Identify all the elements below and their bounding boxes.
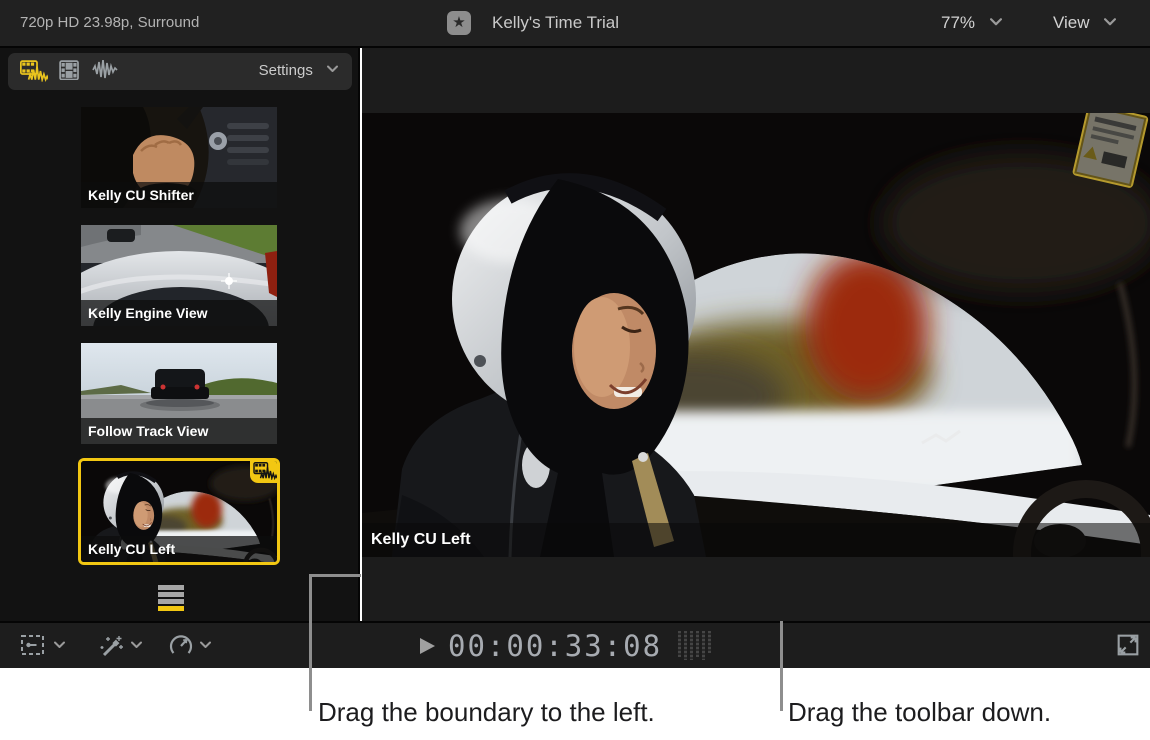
audio-only-mode-button[interactable]	[92, 60, 120, 82]
view-label: View	[1053, 13, 1090, 32]
callout-text-boundary: Drag the boundary to the left.	[318, 697, 655, 728]
project-format-info: 720p HD 23.98p, Surround	[20, 14, 199, 31]
meter-bar	[702, 631, 705, 660]
view-dropdown[interactable]: View	[1053, 13, 1116, 33]
angle-bank-selector[interactable]	[158, 585, 184, 613]
retime-speedometer-icon	[168, 633, 194, 659]
enhancements-wand-icon	[98, 633, 124, 659]
viewer-toolbar: 00:00:33:08	[0, 621, 1150, 668]
zoom-level-value: 77%	[941, 13, 975, 32]
viewer-video-frame	[362, 113, 1150, 557]
video-audio-mode-button[interactable]	[20, 60, 48, 82]
audio-only-mode-icon	[92, 60, 120, 80]
callout-line-toolbar	[780, 621, 783, 711]
angle-thumbnail-kelly-engine-view[interactable]: Kelly Engine View	[81, 225, 277, 326]
angle-thumbnail-kelly-cu-shifter[interactable]: Kelly CU Shifter	[81, 107, 277, 208]
meter-bar	[678, 631, 681, 657]
viewer-top-bar: 720p HD 23.98p, Surround ★ Kelly's Time …	[0, 0, 1150, 48]
angle-thumbnail-follow-track-view[interactable]: Follow Track View	[81, 343, 277, 444]
angle-label: Kelly CU Shifter	[81, 182, 277, 208]
video-audio-mode-icon	[20, 60, 48, 82]
chevron-down-icon[interactable]	[54, 641, 65, 649]
chevron-down-icon	[990, 18, 1002, 26]
fullscreen-expand-icon	[1114, 631, 1142, 659]
callout-line-boundary-horizontal	[309, 574, 361, 577]
audio-meters-icon[interactable]	[678, 631, 714, 660]
video-only-mode-button[interactable]	[56, 60, 84, 82]
video-audio-switch-icon	[250, 461, 277, 483]
chevron-down-icon[interactable]	[200, 641, 211, 649]
callout-line-boundary-vertical	[309, 574, 312, 711]
angle-label: Kelly CU Left	[81, 536, 277, 562]
video-only-mode-icon	[56, 60, 82, 80]
settings-label: Settings	[259, 62, 313, 79]
viewer-overlay-button[interactable]	[20, 633, 46, 662]
main-viewer: Kelly CU Left	[362, 48, 1150, 621]
bank-bar-active	[158, 606, 184, 611]
play-button[interactable]	[420, 638, 435, 654]
star-icon[interactable]: ★	[447, 11, 471, 35]
project-title: Kelly's Time Trial	[492, 13, 619, 33]
angle-label: Kelly Engine View	[81, 300, 277, 326]
angle-label: Follow Track View	[81, 418, 277, 444]
viewer-overlay-icon	[20, 633, 46, 657]
angle-thumbnail-kelly-cu-left[interactable]: Kelly CU Left	[81, 461, 277, 562]
retime-button[interactable]	[168, 633, 194, 664]
callout-text-toolbar: Drag the toolbar down.	[788, 697, 1051, 728]
timecode-display[interactable]: 00:00:33:08	[448, 629, 662, 663]
chevron-down-icon[interactable]	[131, 641, 142, 649]
chevron-down-icon	[1104, 18, 1116, 26]
meter-bar	[690, 631, 693, 660]
app-window: 720p HD 23.98p, Surround ★ Kelly's Time …	[0, 0, 1150, 740]
bank-bar	[158, 585, 184, 590]
viewer-angle-label: Kelly CU Left	[371, 531, 471, 548]
zoom-level-dropdown[interactable]: 77%	[941, 13, 1002, 33]
meter-bar	[684, 631, 687, 660]
enhancements-button[interactable]	[98, 633, 124, 664]
angle-viewer-toolbar: Settings	[8, 53, 352, 90]
angle-settings-dropdown[interactable]: Settings	[259, 62, 338, 79]
bank-bar	[158, 592, 184, 597]
viewer-angle-overlay: Kelly CU Left	[362, 523, 1150, 557]
chevron-down-icon	[327, 65, 338, 73]
meter-bar	[708, 631, 711, 653]
fullscreen-button[interactable]	[1114, 631, 1142, 659]
meter-bar	[696, 631, 699, 657]
bank-bar	[158, 599, 184, 604]
